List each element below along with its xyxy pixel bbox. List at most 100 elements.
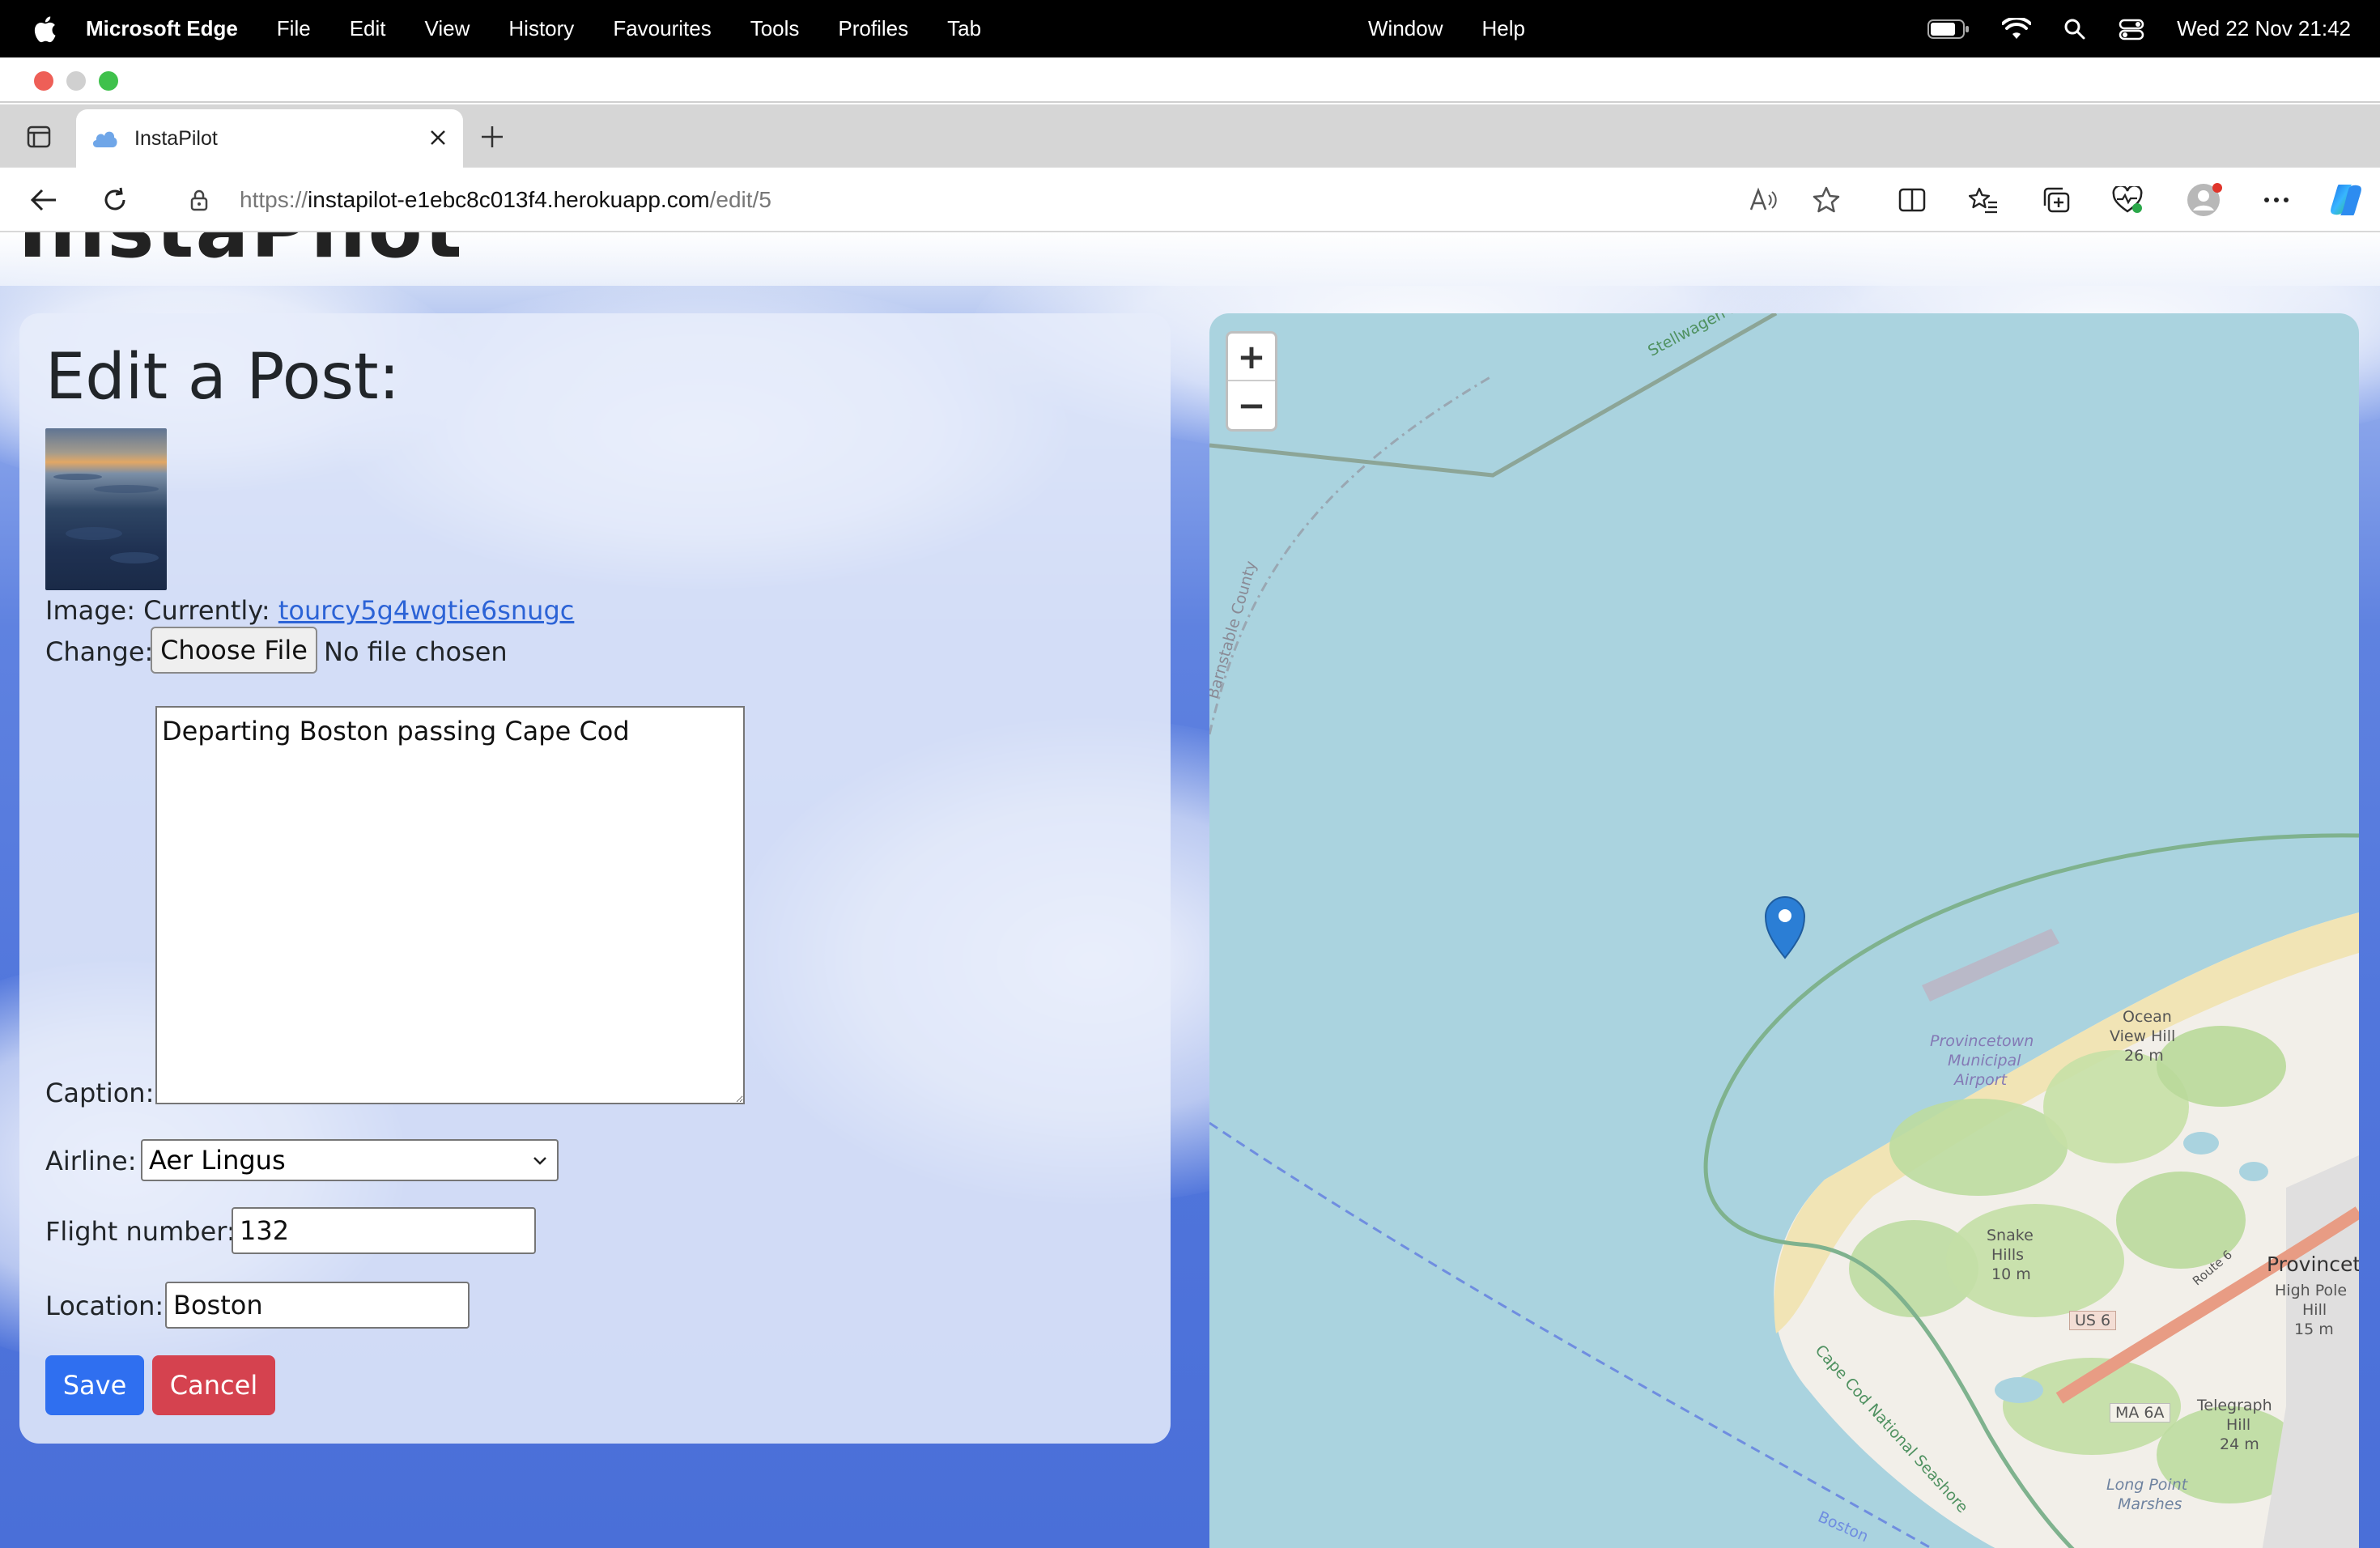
close-tab-icon[interactable]: [429, 129, 447, 147]
profile-button[interactable]: [2184, 179, 2226, 221]
map-label-long-point-2: Marshes: [2118, 1495, 2182, 1513]
map-label-snake-hills-2: Hills: [1991, 1246, 2025, 1264]
zoom-in-button[interactable]: +: [1228, 334, 1275, 381]
macos-menu-bar: Microsoft Edge File Edit View History Fa…: [0, 0, 2380, 57]
menu-tools[interactable]: Tools: [750, 16, 800, 41]
favourites-list-icon: [1969, 187, 1997, 214]
map-label-ocean-view-height: 26 m: [2124, 1047, 2164, 1065]
menu-tab[interactable]: Tab: [947, 16, 981, 41]
favourite-star-icon[interactable]: [1812, 185, 1841, 215]
map-label-snake-hills: Snake: [1987, 1227, 2034, 1244]
menu-app-name[interactable]: Microsoft Edge: [86, 16, 238, 41]
favourites-button[interactable]: [1966, 182, 2001, 218]
window-minimize-button[interactable]: [66, 71, 86, 91]
map-label-telegraph-hill-2: Hill: [2226, 1416, 2251, 1434]
sidebar-panel-icon: [27, 125, 51, 148]
tab-title: InstaPilot: [134, 126, 218, 150]
new-tab-button[interactable]: [476, 121, 508, 153]
lock-icon[interactable]: [189, 189, 209, 211]
map-label-provincetown: Provincet: [2267, 1252, 2359, 1276]
map-label-telegraph-hill: Telegraph: [2197, 1397, 2272, 1414]
menu-history[interactable]: History: [508, 16, 574, 41]
refresh-button[interactable]: [97, 182, 133, 218]
choose-file-button[interactable]: Choose File: [151, 627, 317, 674]
menu-file[interactable]: File: [277, 16, 311, 41]
flight-number-input[interactable]: [232, 1207, 536, 1254]
wifi-icon[interactable]: [2002, 17, 2032, 40]
split-screen-button[interactable]: [1894, 182, 1930, 218]
chevron-down-icon: [533, 1157, 546, 1165]
caption-textarea[interactable]: Departing Boston passing Cape Cod: [155, 706, 745, 1104]
save-button[interactable]: Save: [45, 1355, 144, 1415]
read-aloud-icon[interactable]: [1749, 187, 1778, 213]
plus-icon: [482, 126, 503, 147]
site-header: InstaPilot: [0, 232, 2380, 286]
airline-label: Airline:: [45, 1146, 137, 1176]
zoom-out-button[interactable]: −: [1228, 381, 1275, 429]
caption-label: Caption:: [45, 1078, 155, 1108]
post-image-thumbnail: [45, 428, 167, 590]
url-text: https://instapilot-e1ebc8c013f4.herokuap…: [240, 187, 771, 212]
menu-profiles[interactable]: Profiles: [838, 16, 908, 41]
window-title-bar: [0, 57, 2380, 103]
map-label-high-pole-2: Hill: [2302, 1301, 2327, 1319]
control-center-icon[interactable]: [2119, 18, 2144, 40]
arrow-left-icon: [30, 189, 56, 211]
current-image-link[interactable]: tourcy5g4wgtie6snugc: [278, 595, 575, 626]
sky-photo-icon: [53, 474, 159, 563]
favicon-cloud-icon: [92, 131, 117, 147]
map-label-airport-2: Municipal: [1948, 1052, 2021, 1070]
apple-logo-icon[interactable]: [32, 15, 57, 43]
map-label-high-pole-height: 15 m: [2294, 1320, 2334, 1338]
map-label-ocean-view-hill: View Hill: [2110, 1027, 2176, 1045]
map-label-long-point: Long Point: [2106, 1476, 2188, 1494]
location-map[interactable]: + − Stellwagen B Barnstable County Ocean…: [1209, 313, 2359, 1548]
split-screen-icon: [1898, 188, 1926, 212]
location-label: Location:: [45, 1291, 164, 1321]
menu-favourites[interactable]: Favourites: [613, 16, 711, 41]
map-label-high-pole: High Pole: [2275, 1282, 2348, 1299]
tab-actions-button[interactable]: [23, 121, 55, 153]
location-input[interactable]: [165, 1282, 470, 1329]
map-tiles: [1209, 313, 2359, 1548]
airline-select[interactable]: Aer Lingus: [141, 1139, 559, 1181]
collections-button[interactable]: [2038, 182, 2074, 218]
menu-view[interactable]: View: [425, 16, 470, 41]
cancel-button[interactable]: Cancel: [152, 1355, 275, 1415]
window-zoom-button[interactable]: [99, 71, 118, 91]
site-title[interactable]: InstaPilot: [18, 232, 464, 276]
browser-essentials-button[interactable]: [2110, 182, 2145, 218]
more-dots-icon: [2264, 198, 2289, 202]
settings-more-button[interactable]: [2259, 182, 2294, 218]
menu-window[interactable]: Window: [1368, 16, 1443, 41]
map-label-snake-hills-height: 10 m: [1991, 1265, 2031, 1283]
window-close-button[interactable]: [34, 71, 53, 91]
page-content: InstaPilot Edit a Post: Image: Currently…: [0, 232, 2380, 1548]
flight-number-label: Flight number:: [45, 1216, 236, 1247]
collections-icon: [2043, 187, 2070, 213]
map-label-ocean-view: Ocean: [2123, 1008, 2172, 1026]
change-label: Change:: [45, 636, 154, 667]
copilot-icon: [2331, 185, 2361, 215]
tab-instapilot[interactable]: InstaPilot: [76, 109, 463, 168]
location-pin-icon[interactable]: [1764, 896, 1806, 959]
heart-pulse-icon: [2112, 186, 2143, 213]
edit-post-card: Edit a Post: Image: Currently: tourcy5g4…: [19, 313, 1171, 1444]
menu-help[interactable]: Help: [1481, 16, 1524, 41]
page-title: Edit a Post:: [45, 341, 400, 414]
menu-clock[interactable]: Wed 22 Nov 21:42: [2177, 16, 2351, 41]
map-label-airport: Provincetown: [1930, 1032, 2034, 1050]
map-label-ma6a: MA 6A: [2110, 1403, 2170, 1423]
map-label-telegraph-hill-height: 24 m: [2220, 1435, 2259, 1453]
battery-icon[interactable]: [1927, 19, 1970, 40]
spotlight-search-icon[interactable]: [2063, 18, 2086, 40]
refresh-icon: [104, 187, 125, 211]
tab-bar: InstaPilot: [0, 104, 2380, 168]
menu-edit[interactable]: Edit: [350, 16, 386, 41]
address-bar[interactable]: https://instapilot-e1ebc8c013f4.herokuap…: [162, 174, 1841, 226]
map-label-airport-3: Airport: [1954, 1071, 2008, 1089]
current-image-label: Image: Currently:: [45, 595, 270, 626]
airline-selected-value: Aer Lingus: [149, 1145, 286, 1176]
copilot-button[interactable]: [2325, 179, 2367, 221]
back-button[interactable]: [26, 182, 62, 218]
